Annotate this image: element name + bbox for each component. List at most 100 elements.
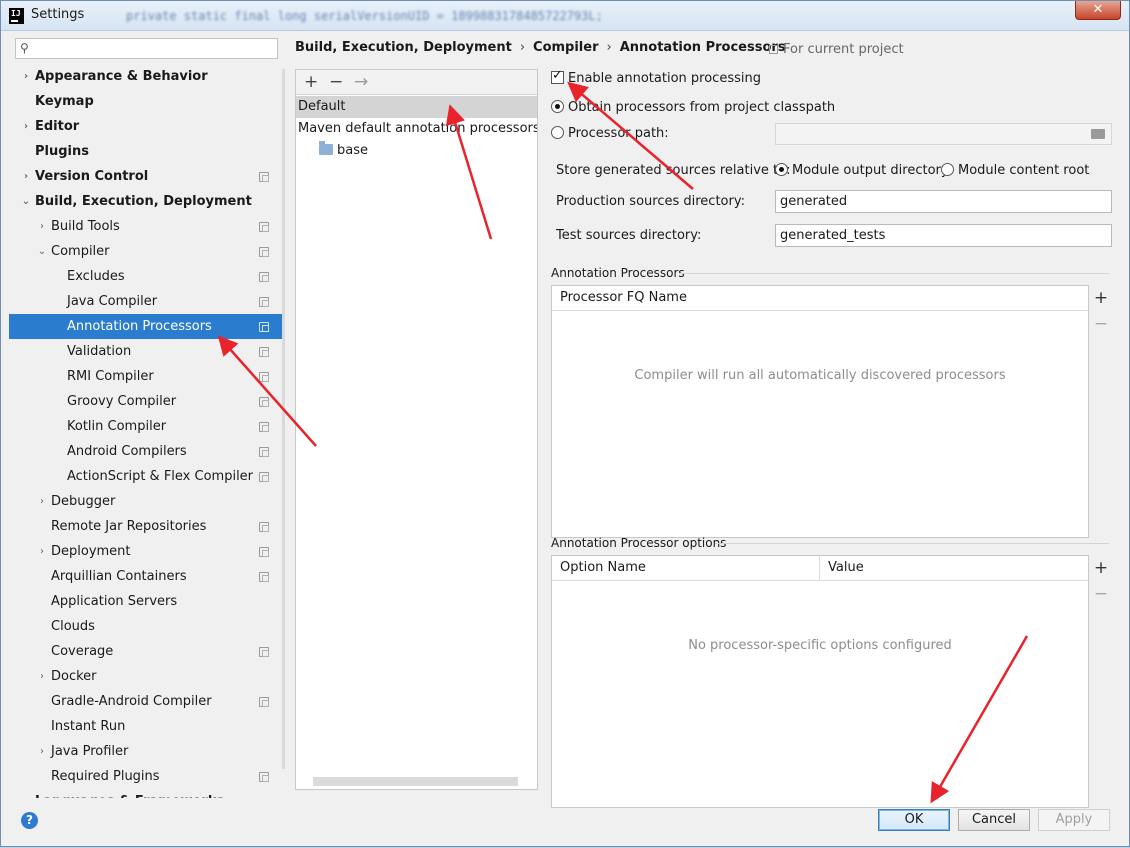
- help-button[interactable]: ?: [21, 812, 38, 829]
- chevron-right-icon[interactable]: ›: [37, 489, 47, 514]
- processor-path-field[interactable]: [775, 123, 1112, 145]
- processors-empty-text: Compiler will run all automatically disc…: [634, 368, 1006, 383]
- module-output-dir-option[interactable]: Module output directory: [775, 163, 949, 178]
- sidebar-item-label: Debugger: [51, 494, 116, 509]
- module-content-root-option[interactable]: Module content root: [941, 163, 1089, 178]
- search-input[interactable]: ⚲: [15, 38, 278, 59]
- processor-options-table[interactable]: Option Name Value No processor-specific …: [551, 555, 1089, 808]
- project-scope-icon: [259, 572, 269, 582]
- sidebar-item-actionscript-flex-compiler[interactable]: ActionScript & Flex Compiler: [9, 464, 285, 489]
- annotation-processors-section-title: Annotation Processors: [551, 266, 685, 280]
- production-dir-input[interactable]: generated: [775, 190, 1112, 213]
- sidebar-item-label: Required Plugins: [51, 769, 160, 784]
- cancel-button[interactable]: Cancel: [958, 809, 1030, 831]
- project-scope-icon: [259, 547, 269, 557]
- sidebar-item-label: Java Profiler: [51, 744, 129, 759]
- processor-fq-name-header[interactable]: Processor FQ Name: [552, 286, 1088, 311]
- sidebar-item-instant-run[interactable]: Instant Run: [9, 714, 285, 739]
- ok-button[interactable]: OK: [878, 809, 950, 831]
- sidebar-item-build-tools[interactable]: › Build Tools: [9, 214, 285, 239]
- option-name-column[interactable]: Option Name: [560, 556, 646, 580]
- sidebar-item-compiler[interactable]: ⌄ Compiler: [9, 239, 285, 264]
- sidebar-item-keymap[interactable]: Keymap: [9, 89, 285, 114]
- sidebar-item-validation[interactable]: Validation: [9, 339, 285, 364]
- sidebar-item-debugger[interactable]: › Debugger: [9, 489, 285, 514]
- sidebar-item-build-execution-deployment[interactable]: ⌄ Build, Execution, Deployment: [9, 189, 285, 214]
- chevron-right-icon[interactable]: ›: [21, 114, 31, 139]
- profiles-horizontal-scrollbar[interactable]: [313, 777, 518, 786]
- sidebar-item-java-compiler[interactable]: Java Compiler: [9, 289, 285, 314]
- column-divider[interactable]: [819, 556, 820, 580]
- sidebar-item-clouds[interactable]: Clouds: [9, 614, 285, 639]
- project-scope-icon: [259, 297, 269, 307]
- sidebar-item-languages-frameworks[interactable]: › Languages & Frameworks: [9, 789, 285, 798]
- sidebar-item-coverage[interactable]: Coverage: [9, 639, 285, 664]
- sidebar-item-kotlin-compiler[interactable]: Kotlin Compiler: [9, 414, 285, 439]
- sidebar-item-remote-jar-repositories[interactable]: Remote Jar Repositories: [9, 514, 285, 539]
- sidebar-item-label: Application Servers: [51, 594, 178, 609]
- profiles-panel: + − → Default Maven default annotation p…: [295, 69, 538, 790]
- sidebar-item-appearance-behavior[interactable]: › Appearance & Behavior: [9, 64, 285, 89]
- sidebar-item-editor[interactable]: › Editor: [9, 114, 285, 139]
- chevron-down-icon[interactable]: ⌄: [21, 189, 31, 214]
- remove-processor-button[interactable]: −: [1089, 311, 1113, 337]
- project-scope-icon: [259, 697, 269, 707]
- chevron-right-icon[interactable]: ›: [21, 789, 31, 798]
- for-current-project-label: For current project: [783, 42, 904, 57]
- chevron-right-icon[interactable]: ›: [21, 164, 31, 189]
- sidebar-item-plugins[interactable]: Plugins: [9, 139, 285, 164]
- sidebar-item-version-control[interactable]: › Version Control: [9, 164, 285, 189]
- profile-maven-label: Maven default annotation processors prof…: [298, 121, 537, 136]
- sidebar-item-deployment[interactable]: › Deployment: [9, 539, 285, 564]
- chevron-right-icon[interactable]: ›: [37, 539, 47, 564]
- add-profile-button[interactable]: +: [304, 72, 318, 92]
- obtain-from-classpath-row[interactable]: Obtain processors from project classpath: [551, 100, 835, 115]
- sidebar-item-rmi-compiler[interactable]: RMI Compiler: [9, 364, 285, 389]
- module-output-dir-radio[interactable]: [775, 163, 788, 176]
- sidebar-item-arquillian-containers[interactable]: Arquillian Containers: [9, 564, 285, 589]
- sidebar-item-android-compilers[interactable]: Android Compilers: [9, 439, 285, 464]
- enable-annotation-processing-row[interactable]: ✓ Enable annotation processing: [551, 68, 761, 86]
- sidebar-item-label: Languages & Frameworks: [35, 789, 224, 798]
- profile-maven-default[interactable]: Maven default annotation processors prof…: [296, 118, 537, 140]
- enable-annotation-processing-checkbox[interactable]: ✓: [551, 68, 564, 84]
- breadcrumb-compiler: Compiler: [533, 40, 599, 55]
- apply-button[interactable]: Apply: [1038, 809, 1110, 831]
- project-scope-icon: [259, 247, 269, 257]
- value-column[interactable]: Value: [828, 556, 864, 580]
- remove-option-button[interactable]: −: [1089, 581, 1113, 607]
- add-processor-button[interactable]: +: [1089, 285, 1113, 311]
- processor-path-radio[interactable]: [551, 126, 564, 139]
- sidebar-item-annotation-processors[interactable]: Annotation Processors: [9, 314, 285, 339]
- sidebar-item-label: Build, Execution, Deployment: [35, 194, 252, 209]
- chevron-down-icon[interactable]: ⌄: [37, 239, 47, 264]
- processor-options-section-title: Annotation Processor options: [551, 536, 727, 550]
- add-option-button[interactable]: +: [1089, 555, 1113, 581]
- browse-folder-icon[interactable]: [1091, 129, 1105, 139]
- sidebar-item-label: Arquillian Containers: [51, 569, 187, 584]
- move-to-profile-button[interactable]: →: [354, 72, 368, 92]
- sidebar-item-required-plugins[interactable]: Required Plugins: [9, 764, 285, 789]
- sidebar-item-groovy-compiler[interactable]: Groovy Compiler: [9, 389, 285, 414]
- processor-path-row[interactable]: Processor path:: [551, 126, 669, 141]
- test-dir-input[interactable]: generated_tests: [775, 224, 1112, 247]
- sidebar-item-gradle-android-compiler[interactable]: Gradle-Android Compiler: [9, 689, 285, 714]
- chevron-right-icon[interactable]: ›: [37, 664, 47, 689]
- profile-default[interactable]: Default: [296, 96, 537, 118]
- close-window-button[interactable]: ✕: [1075, 1, 1121, 20]
- remove-profile-button[interactable]: −: [329, 72, 343, 92]
- chevron-right-icon[interactable]: ›: [37, 214, 47, 239]
- chevron-right-icon[interactable]: ›: [37, 739, 47, 764]
- sidebar-item-java-profiler[interactable]: › Java Profiler: [9, 739, 285, 764]
- module-base[interactable]: base: [319, 140, 368, 162]
- sidebar-item-application-servers[interactable]: Application Servers: [9, 589, 285, 614]
- obtain-from-classpath-radio[interactable]: [551, 100, 564, 113]
- settings-sidebar: ⚲ › Appearance & Behavior Keymap › Editor Plu…: [9, 32, 285, 798]
- sidebar-item-excludes[interactable]: Excludes: [9, 264, 285, 289]
- annotation-processors-table[interactable]: Processor FQ Name Compiler will run all …: [551, 285, 1089, 538]
- module-content-root-radio[interactable]: [941, 163, 954, 176]
- chevron-right-icon[interactable]: ›: [21, 64, 31, 89]
- breadcrumb: Build, Execution, Deployment › Compiler › An…: [295, 40, 786, 55]
- sidebar-item-label: Coverage: [51, 644, 114, 659]
- sidebar-item-docker[interactable]: › Docker: [9, 664, 285, 689]
